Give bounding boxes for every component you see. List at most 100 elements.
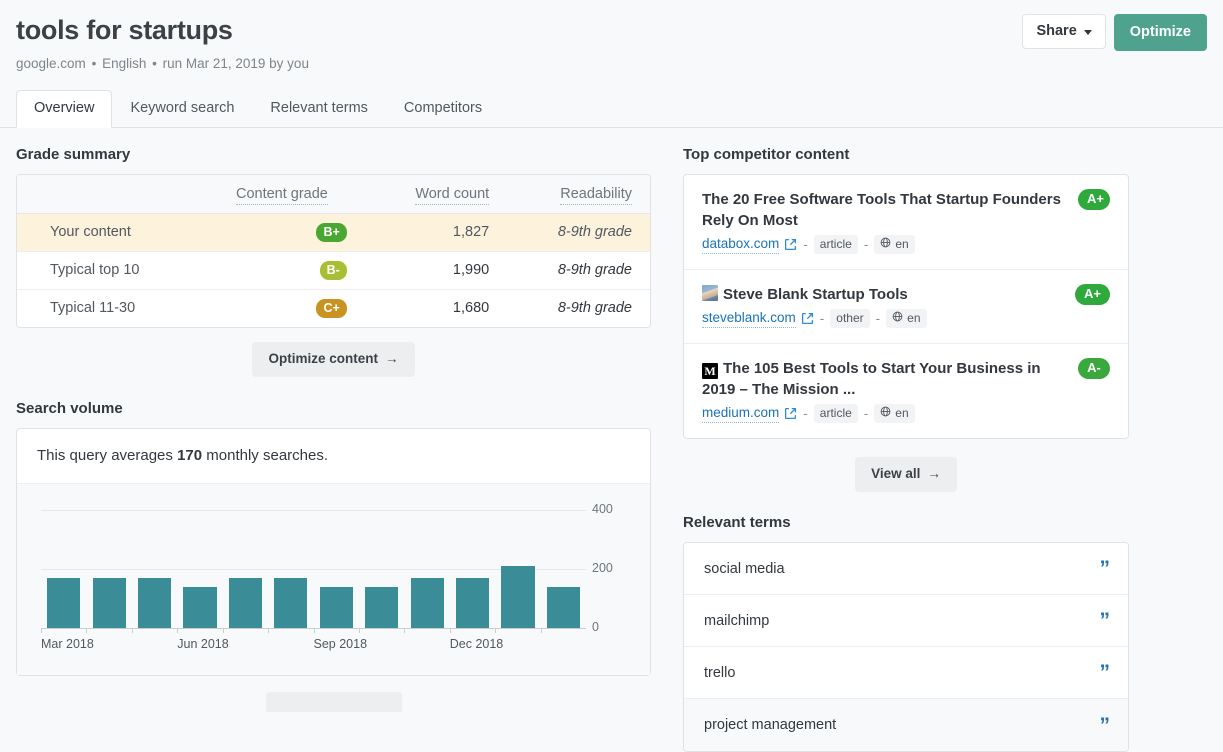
tab-bar: Overview Keyword search Relevant terms C… [0,90,1223,128]
search-volume-card: This query averages 170 monthly searches… [16,428,651,676]
competitor-meta: medium.com - article - en [702,404,1068,423]
chart-bar-slot[interactable] [177,586,222,633]
grade-summary-card: Content grade Word count Readability You… [16,174,651,328]
external-link-icon[interactable] [784,238,797,251]
share-button-label: Share [1036,23,1077,39]
competitor-title[interactable]: The 20 Free Software Tools That Startup … [702,189,1068,231]
competitor-title[interactable]: M The 105 Best Tools to Start Your Busine… [702,358,1068,400]
chart-bar[interactable] [274,577,308,628]
view-all-button[interactable]: View all → [855,457,957,492]
tab-keyword-search[interactable]: Keyword search [112,90,252,128]
column-header-readability: Readability [507,175,650,214]
quote-icon[interactable]: ” [1100,715,1111,736]
content-type-chip: article [813,404,858,423]
competitor-meta: steveblank.com - other - en [702,309,1065,328]
chart-bar-slot[interactable] [131,577,177,633]
content-type-chip: other [830,309,870,328]
meta-line: google.com • English • run Mar 21, 2019 … [16,56,1207,72]
chart-bar-slot[interactable] [358,586,404,633]
competitor-domain[interactable]: steveblank.com [702,309,796,328]
term-label: mailchimp [704,612,770,629]
top-competitor-content-heading: Top competitor content [683,146,850,163]
optimize-button[interactable]: Optimize [1113,14,1207,51]
meta-domain: google.com [16,56,86,71]
chart-x-tick [404,628,406,633]
chart-bar-slot[interactable] [540,586,586,633]
share-button[interactable]: Share [1022,14,1106,49]
chart-bar-slot[interactable] [268,577,313,633]
competitor-title-text: The 105 Best Tools to Start Your Busines… [702,360,1041,398]
chart-bar-slot[interactable] [222,577,268,633]
chart-bars [41,498,586,633]
chart-bar[interactable] [410,577,444,628]
top-competitor-content-card: The 20 Free Software Tools That Startup … [683,174,1129,439]
partially-visible-button[interactable] [265,692,402,712]
competitor-domain[interactable]: medium.com [702,404,780,423]
meta-language: English [102,56,147,71]
quote-icon[interactable]: ” [1100,558,1111,579]
search-volume-summary: This query averages 170 monthly searches… [17,429,650,484]
column-header-word-count-label: Word count [415,185,490,205]
relevant-terms-section: Relevant terms social media ” mailchimp … [683,514,1129,752]
tab-relevant-terms[interactable]: Relevant terms [252,90,386,128]
optimize-content-button[interactable]: Optimize content → [252,342,415,377]
chart-bar-slot[interactable] [41,577,86,633]
tab-overview[interactable]: Overview [16,90,113,128]
chart-bar-slot[interactable] [313,586,359,633]
chart-bar[interactable] [546,586,580,628]
competitor-title[interactable]: Steve Blank Startup Tools [702,284,1065,305]
chart-bar-slot[interactable] [86,577,131,633]
competitor-meta: databox.com - article - en [702,235,1068,254]
summary-suffix: monthly searches. [206,447,329,464]
status-badge: A+ [1075,284,1110,305]
chart-bar[interactable] [455,577,490,628]
chart-bar-slot[interactable] [449,577,495,633]
quote-icon[interactable]: ” [1100,662,1111,683]
quote-icon[interactable]: ” [1100,610,1111,631]
chart-x-tick [268,628,270,633]
list-item[interactable]: Steve Blank Startup Tools steveblank.com… [684,270,1128,344]
row-word-count: 1,990 [452,262,490,278]
column-header-blank [17,175,200,214]
chart-bar[interactable] [365,586,399,628]
chart-bar[interactable] [183,586,217,628]
table-row: Your content B+ 1,827 8-9th grade [17,213,650,251]
list-item[interactable]: project management ” [684,699,1128,751]
language-chip: en [874,235,915,254]
list-item[interactable]: The 20 Free Software Tools That Startup … [684,175,1128,270]
competitor-domain[interactable]: databox.com [702,235,780,254]
chevron-down-icon [1083,29,1092,35]
site-favicon-icon [702,285,718,301]
chart-bar[interactable] [47,577,81,628]
status-badge: B+ [316,222,347,242]
language-code: en [895,406,909,420]
external-link-icon[interactable] [784,407,797,420]
chart-bar[interactable] [92,577,126,628]
optimize-content-wrap: Optimize content → [16,342,651,377]
tab-competitors[interactable]: Competitors [386,90,500,128]
chart-bar[interactable] [319,586,353,628]
chart-x-tick [131,628,133,633]
list-item[interactable]: mailchimp ” [684,595,1128,647]
meta-dash-1: - [803,236,808,252]
list-item[interactable]: trello ” [684,647,1128,699]
competitor-info: M The 105 Best Tools to Start Your Busine… [702,358,1068,423]
chart-x-axis-labels: Mar 2018 Jun 2018 Sep 2018 Dec 2018 [41,637,586,653]
row-grade: B- [199,251,365,289]
chart-bar[interactable] [228,577,262,628]
external-link-icon[interactable] [801,312,814,325]
chart-bar-slot[interactable] [495,565,540,633]
list-item[interactable]: M The 105 Best Tools to Start Your Busine… [684,344,1128,438]
chart-bar[interactable] [501,565,535,628]
chart-x-tick [86,628,88,633]
row-readability: 8-9th grade [557,262,632,278]
list-item[interactable]: social media ” [684,543,1128,595]
optimize-content-label: Optimize content [268,351,378,366]
grade-summary-heading: Grade summary [16,146,131,163]
chart-bar[interactable] [137,577,172,628]
globe-icon [880,237,891,251]
row-grade: B+ [199,213,365,251]
meta-dash-2: - [863,405,869,421]
status-badge: C+ [316,298,347,318]
chart-bar-slot[interactable] [404,577,449,633]
